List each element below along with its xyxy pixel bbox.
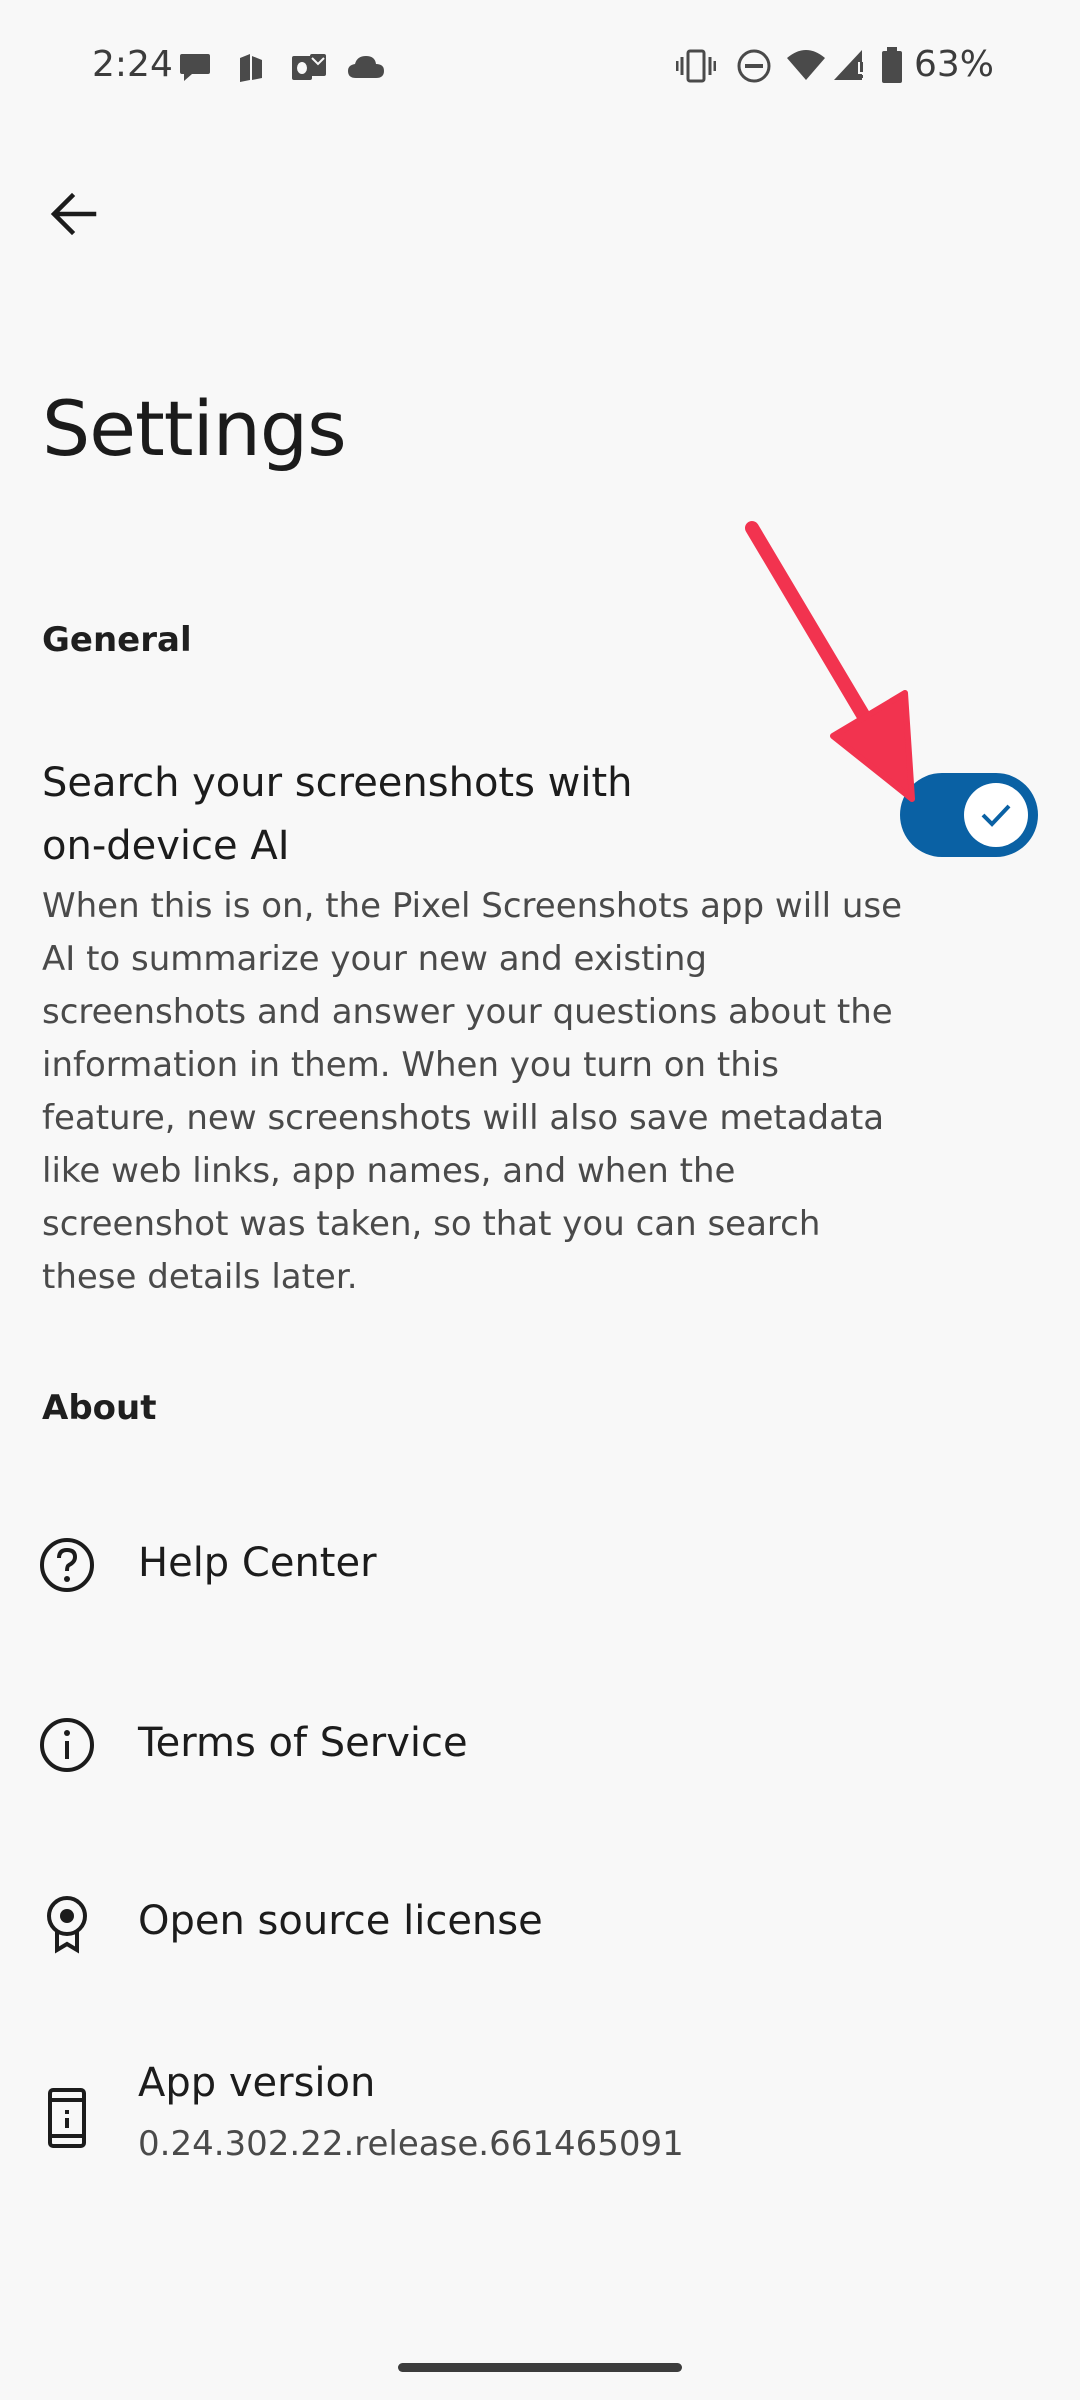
gesture-navigation-bar[interactable] — [398, 2363, 682, 2372]
info-icon — [40, 1718, 94, 1772]
section-header-about: About — [42, 1388, 157, 1428]
vibrate-icon — [676, 49, 716, 83]
page-title: Settings — [42, 384, 347, 473]
section-header-general: General — [42, 620, 192, 660]
open-source-license-row[interactable]: Open source license — [0, 1846, 1080, 1996]
app-version-row[interactable]: App version 0.24.302.22.release.66146509… — [0, 2040, 1080, 2220]
files-icon — [240, 54, 262, 82]
toggle-thumb — [964, 783, 1028, 847]
battery-icon — [882, 47, 902, 83]
signal-icon — [834, 50, 864, 80]
status-time: 2:24 — [92, 44, 173, 85]
back-button[interactable] — [36, 176, 112, 252]
app-version-label: App version — [138, 2060, 376, 2106]
phone-icon — [48, 2088, 86, 2148]
check-icon — [981, 804, 1011, 827]
badge-icon — [47, 1896, 87, 1954]
do-not-disturb-icon — [737, 49, 771, 83]
app-version-value: 0.24.302.22.release.661465091 — [138, 2124, 684, 2164]
cloud-icon — [348, 56, 384, 78]
help-circle-icon — [40, 1538, 94, 1592]
help-center-label: Help Center — [138, 1540, 377, 1586]
terms-of-service-row[interactable]: Terms of Service — [0, 1668, 1080, 1818]
terms-of-service-label: Terms of Service — [138, 1720, 468, 1766]
open-source-license-label: Open source license — [138, 1898, 543, 1944]
battery-percent: 63% — [914, 44, 995, 85]
status-bar: 2:24 63% — [0, 0, 1080, 135]
ai-search-description: When this is on, the Pixel Screenshots a… — [42, 886, 903, 1297]
outlook-icon — [292, 54, 326, 80]
chat-bubble-icon — [180, 54, 210, 81]
ai-search-title[interactable]: Search your screenshots with on-device A… — [42, 752, 662, 878]
arrow-back-icon — [50, 192, 97, 236]
wifi-icon — [787, 50, 825, 80]
ai-search-toggle[interactable] — [900, 773, 1038, 857]
help-center-row[interactable]: Help Center — [0, 1490, 1080, 1640]
